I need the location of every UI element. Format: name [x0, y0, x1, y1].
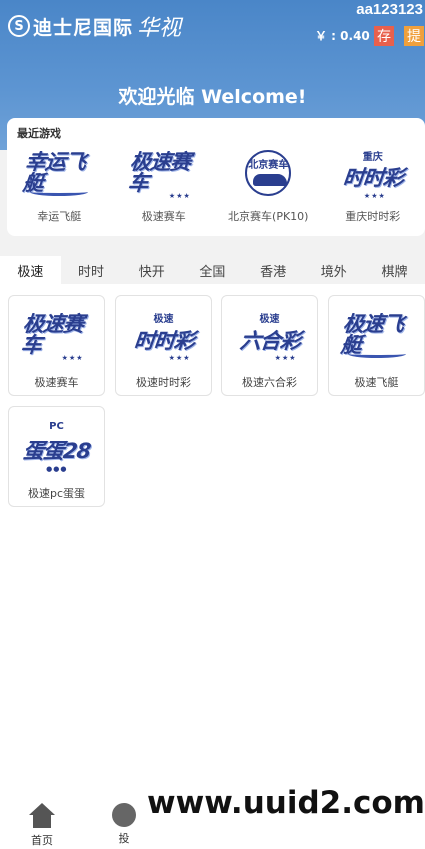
recent-games-title: 最近游戏 [17, 127, 61, 140]
tab-jingwai[interactable]: 境外 [303, 256, 364, 284]
game-logo: PC 蛋蛋28 ●●● [21, 421, 92, 473]
tab-xianggang[interactable]: 香港 [243, 256, 304, 284]
game-card-label: 极速六合彩 [242, 376, 297, 389]
recent-game-item[interactable]: 幸运飞艇 幸运飞艇 [7, 144, 112, 224]
tab-shishi[interactable]: 时时 [61, 256, 122, 284]
game-logo: 极速飞艇 [339, 312, 406, 358]
game-logo: 极速 六合彩 ★★★ [238, 314, 301, 362]
game-card-label: 极速飞艇 [354, 376, 399, 389]
recent-game-label: 北京赛车(PK10) [228, 210, 309, 223]
welcome-banner: 欢迎光临 Welcome! [118, 86, 307, 108]
game-card[interactable]: 极速 时时彩 ★★★ 极速时时彩 [115, 295, 212, 396]
game-logo: 重庆 时时彩 ★★★ [341, 152, 405, 200]
tab-qipai[interactable]: 棋牌 [364, 256, 425, 284]
recent-game-item[interactable]: 重庆 时时彩 ★★★ 重庆时时彩 [321, 144, 425, 224]
logo-text: 迪士尼国际 [33, 16, 134, 39]
category-tabs: 极速 时时 快开 全国 香港 境外 棋牌 [0, 256, 425, 284]
balance: ￥ : 0.40 [315, 29, 370, 43]
game-card[interactable]: 极速飞艇 极速飞艇 [328, 295, 425, 396]
logo-script: 华视 [137, 16, 182, 41]
deposit-button[interactable]: 存 [374, 26, 394, 46]
recent-game-item[interactable]: 极速赛车 ★★★ 极速赛车 [112, 144, 217, 224]
logo-mark: S [8, 15, 30, 37]
nav-home[interactable]: 首页 [22, 803, 62, 848]
game-card-label: 极速赛车 [34, 376, 79, 389]
withdraw-button[interactable]: 提 [404, 26, 424, 46]
game-logo: 极速 时时彩 ★★★ [132, 314, 195, 362]
watermark: www.uuid2.com [143, 785, 425, 821]
recent-game-label: 极速赛车 [141, 210, 186, 223]
game-logo: 极速赛车 ★★★ [19, 312, 84, 362]
game-card-label: 极速pc蛋蛋 [27, 487, 86, 500]
username[interactable]: aa123123 [356, 1, 423, 18]
game-card[interactable]: 极速 六合彩 ★★★ 极速六合彩 [221, 295, 318, 396]
home-icon [29, 803, 55, 829]
recent-game-label: 重庆时时彩 [345, 210, 401, 223]
nav-bet-label: 投 [118, 832, 130, 845]
tab-quanguo[interactable]: 全国 [182, 256, 243, 284]
nav-bet[interactable]: 投 [112, 803, 136, 846]
games-grid: 极速赛车 ★★★ 极速赛车 极速 时时彩 ★★★ 极速时时彩 极速 六合彩 ★★… [0, 284, 425, 787]
tab-jisu[interactable]: 极速 [0, 256, 61, 284]
car-icon: 北京赛车 [245, 150, 292, 196]
game-card[interactable]: 极速赛车 ★★★ 极速赛车 [8, 295, 105, 396]
dice-icon [112, 803, 136, 827]
recent-game-label: 幸运飞艇 [37, 210, 82, 223]
recent-games-card: 最近游戏 幸运飞艇 幸运飞艇 极速赛车 ★★★ 极速赛车 北京赛车 北京赛车(P [7, 118, 425, 236]
recent-game-item[interactable]: 北京赛车 北京赛车(PK10) [216, 144, 321, 224]
game-logo: 北京赛车 [233, 144, 303, 202]
brand-logo: S 迪士尼国际 华视 [8, 10, 181, 42]
game-logo: 幸运飞艇 [21, 150, 89, 196]
nav-home-label: 首页 [31, 834, 53, 847]
tab-kuaikai[interactable]: 快开 [121, 256, 182, 284]
game-logo: 极速赛车 ★★★ [126, 150, 192, 200]
game-card[interactable]: PC 蛋蛋28 ●●● 极速pc蛋蛋 [8, 406, 105, 507]
game-card-label: 极速时时彩 [136, 376, 191, 389]
